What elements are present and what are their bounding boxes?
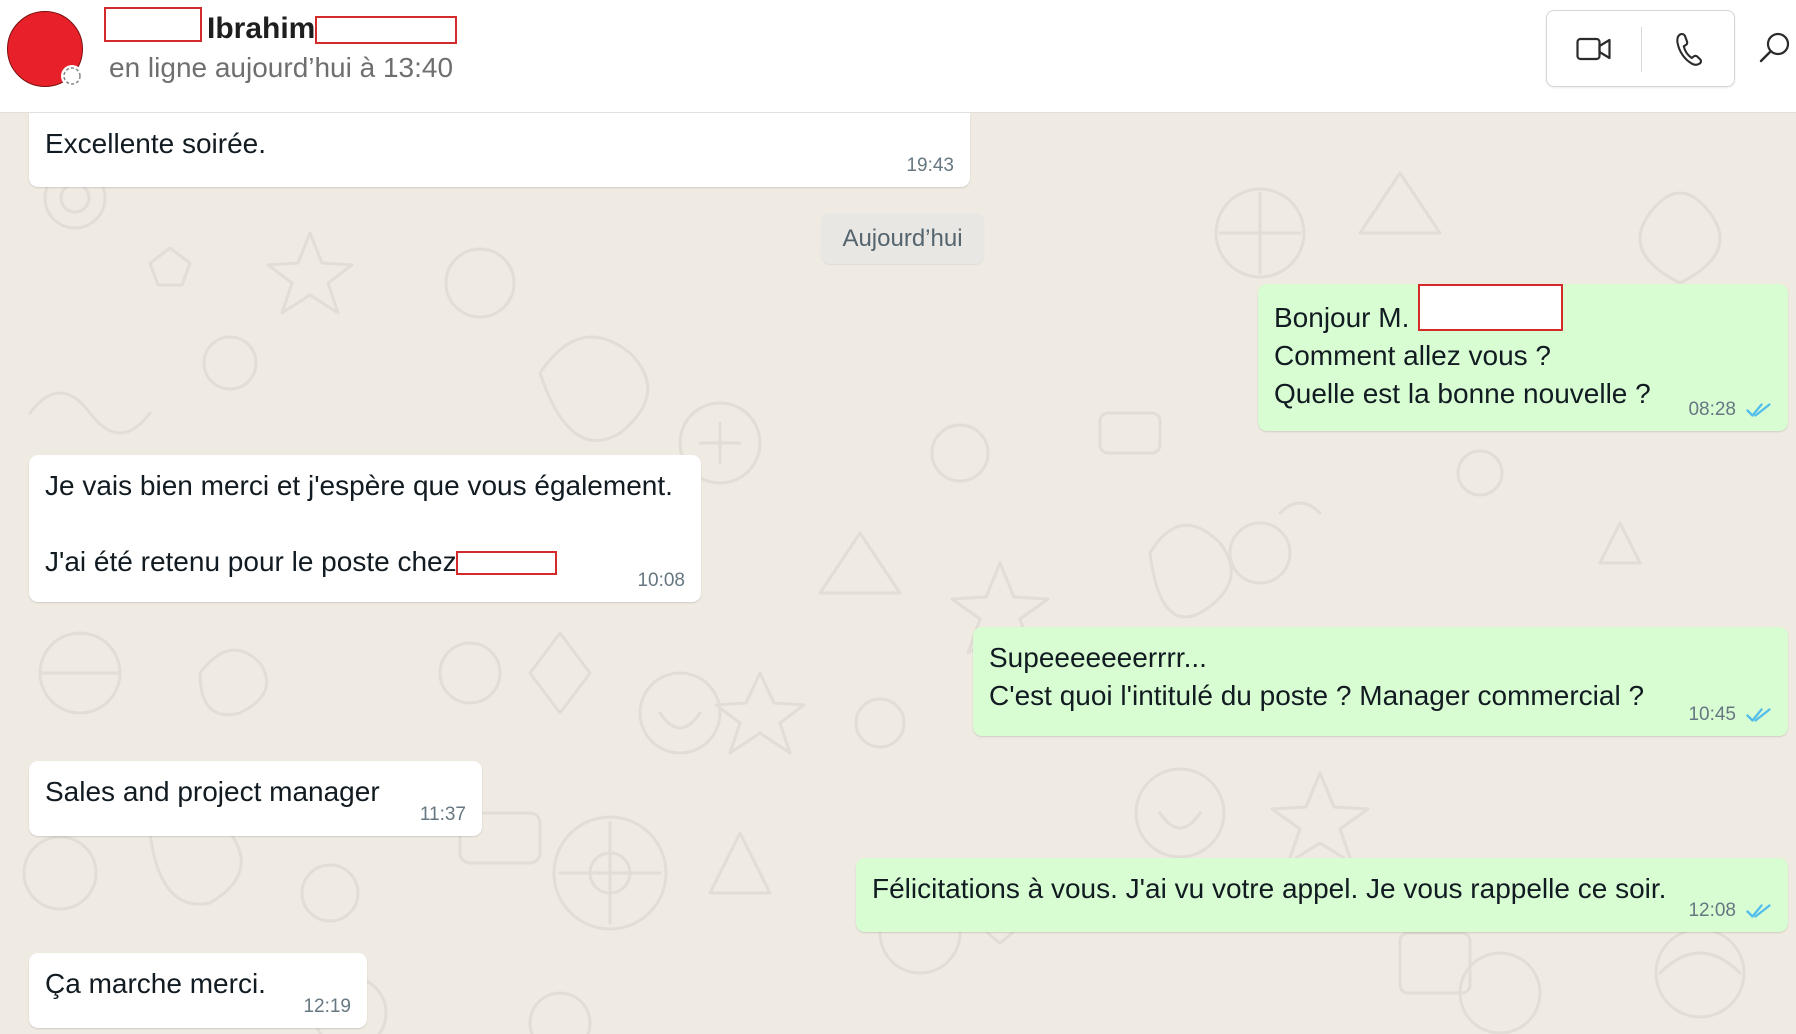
search-button[interactable] (1755, 20, 1796, 78)
date-separator: Aujourd’hui (821, 213, 984, 264)
message-incoming[interactable]: Excellente soirée. 19:43 (29, 113, 970, 187)
search-icon (1759, 32, 1790, 63)
message-meta: 08:28 (1688, 399, 1772, 421)
message-meta: 11:37 (420, 804, 466, 826)
contact-status: en ligne aujourd’hui à 13:40 (109, 52, 454, 83)
contact-name[interactable]: Ibrahim (207, 10, 315, 48)
message-meta: 19:43 (906, 155, 954, 177)
message-time: 08:28 (1688, 399, 1736, 420)
message-incoming[interactable]: Je vais bien merci et j'espère que vous … (29, 455, 701, 602)
video-camera-icon (1576, 37, 1611, 60)
message-text: Je vais bien merci et j'espère que vous … (45, 470, 673, 577)
chat-header: Ibrahim en ligne aujourd’hui à 13:40 (0, 0, 1796, 113)
double-check-icon (1746, 708, 1771, 722)
message-meta: 10:08 (637, 570, 685, 592)
double-check-icon (1746, 904, 1771, 918)
redaction-box (315, 16, 457, 44)
chat-area: Excellente soirée. 19:43 Aujourd’hui Bon… (0, 113, 1796, 1034)
message-text: Excellente soirée. (45, 128, 267, 159)
message-meta: 12:08 (1688, 900, 1772, 922)
message-outgoing[interactable]: Supeeeeeeerrrr... C'est quoi l'intitulé … (973, 627, 1788, 736)
message-time: 11:37 (419, 804, 466, 825)
voice-call-button[interactable] (1642, 11, 1734, 86)
redaction-box (1418, 284, 1563, 331)
double-check-icon (1746, 403, 1771, 417)
message-incoming[interactable]: Ça marche merci. 12:19 (29, 953, 367, 1028)
message-incoming[interactable]: Sales and project manager 11:37 (29, 761, 482, 836)
message-time: 10:45 (1688, 704, 1736, 725)
message-meta: 10:45 (1688, 704, 1772, 726)
message-meta: 12:19 (303, 996, 351, 1018)
message-text: Félicitations à vous. J'ai vu votre appe… (872, 873, 1667, 904)
message-time: 12:08 (1688, 900, 1736, 921)
redaction-box (104, 7, 202, 42)
message-time: 12:19 (303, 996, 351, 1017)
message-outgoing[interactable]: Félicitations à vous. J'ai vu votre appe… (856, 858, 1788, 932)
call-button-group (1546, 10, 1735, 87)
status-ring-icon (61, 65, 83, 87)
message-time: 10:08 (637, 570, 685, 591)
message-time: 19:43 (906, 155, 954, 176)
phone-icon (1676, 32, 1702, 66)
message-text: Sales and project manager (45, 776, 380, 807)
video-call-button[interactable] (1547, 11, 1641, 86)
message-text: Supeeeeeeerrrr... C'est quoi l'intitulé … (989, 642, 1645, 711)
redaction-box (456, 551, 557, 575)
